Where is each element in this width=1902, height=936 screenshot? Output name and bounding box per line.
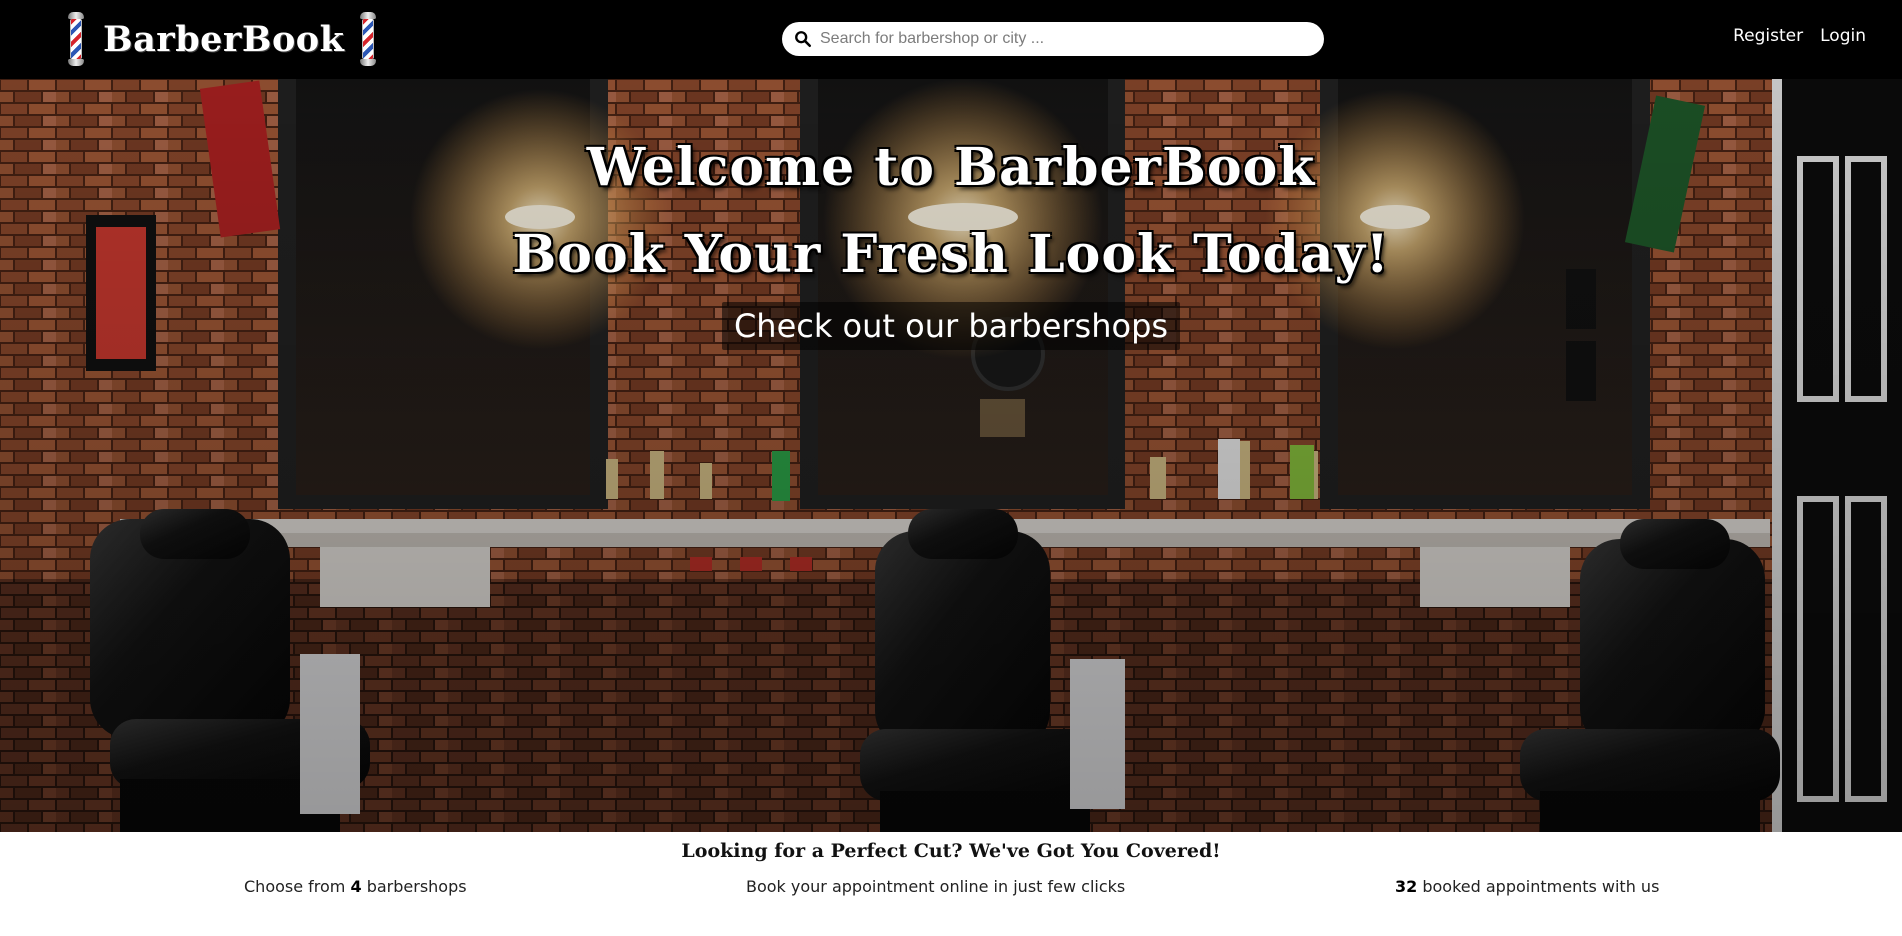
register-link[interactable]: Register — [1733, 26, 1803, 46]
brand-logo[interactable]: BarberBook — [66, 12, 378, 66]
search-icon — [795, 31, 812, 48]
features-title: Looking for a Perfect Cut? We've Got You… — [681, 840, 1221, 862]
barbershops-count: 4 — [350, 877, 362, 896]
online-booking-text: Book your appointment online in just few… — [746, 877, 1126, 896]
login-link[interactable]: Login — [1820, 26, 1866, 46]
features-section: Looking for a Perfect Cut? We've Got You… — [0, 832, 1902, 936]
auth-links: Register Login — [1733, 26, 1866, 46]
browse-barbershops-button[interactable]: Check out our barbershops — [722, 302, 1180, 350]
hero-subtitle: Book Your Fresh Look Today! — [512, 224, 1390, 285]
barber-pole-icon — [66, 12, 86, 66]
hero-title: Welcome to BarberBook — [586, 137, 1316, 198]
hero-section: Welcome to BarberBook Book Your Fresh Lo… — [0, 79, 1902, 832]
hero-text-overlay: Welcome to BarberBook Book Your Fresh Lo… — [0, 79, 1902, 832]
appointments-count: 32 — [1395, 877, 1418, 896]
search-bar — [782, 22, 1324, 56]
search-input[interactable] — [820, 24, 1300, 54]
barber-pole-icon — [358, 12, 378, 66]
appointments-count-text: 32 booked appointments with us — [1395, 877, 1660, 896]
navbar: BarberBook Register Login — [0, 0, 1902, 79]
barbershops-count-text: Choose from 4 barbershops — [244, 877, 467, 896]
brand-name: BarberBook — [103, 18, 345, 60]
